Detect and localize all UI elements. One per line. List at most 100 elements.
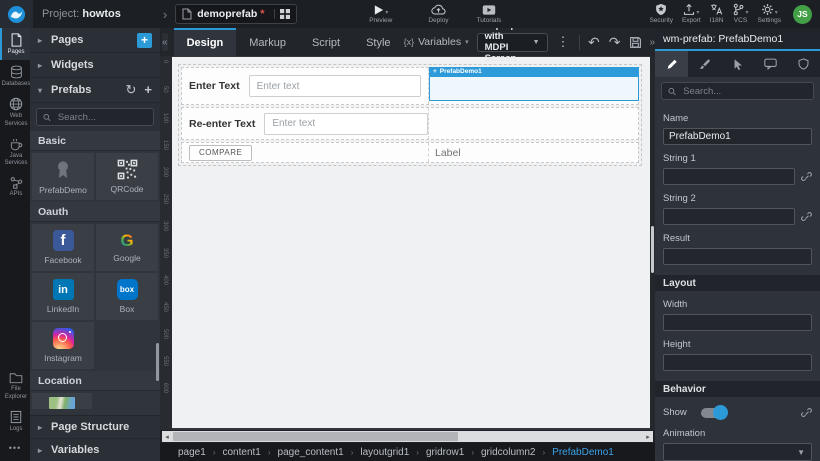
page-canvas[interactable]: Enter Text + PrefabDemo1 [172, 57, 650, 428]
security-button[interactable]: Security [649, 3, 672, 25]
grid-cell[interactable]: COMPARE [182, 143, 429, 162]
grid-cell[interactable]: Re-enter Text [182, 108, 429, 139]
prefab-tile-map[interactable] [32, 393, 92, 409]
layout-grid[interactable]: Enter Text + PrefabDemo1 [178, 64, 642, 166]
rail-item-java-services[interactable]: Java Services [0, 132, 30, 171]
tutorials-button[interactable]: Tutorials [477, 3, 502, 25]
more-options-button[interactable]: ⋮ [557, 34, 570, 50]
scrollbar-thumb[interactable] [173, 432, 458, 441]
show-label: Show [663, 407, 687, 418]
bind-property-icon[interactable] [801, 171, 812, 182]
refresh-prefabs-button[interactable]: ↻ [126, 82, 137, 98]
grid-row-3[interactable]: COMPARE Label [181, 142, 639, 163]
settings-button[interactable]: ▾ Settings [758, 3, 782, 25]
rail-item-web-services[interactable]: Web Services [0, 92, 30, 131]
scroll-left-arrow[interactable]: ◂ [162, 431, 172, 442]
rail-item-databases[interactable]: Databases [0, 60, 30, 92]
enter-text-input[interactable] [249, 75, 421, 97]
selected-prefab-widget[interactable]: + PrefabDemo1 [429, 67, 639, 101]
grid-row-1[interactable]: Enter Text + PrefabDemo1 [181, 67, 639, 105]
grid-row-2[interactable]: Re-enter Text [181, 107, 639, 140]
label-widget[interactable]: Label [429, 147, 461, 159]
deploy-button[interactable]: Deploy [428, 3, 448, 25]
collapse-right-panel-button[interactable]: » [649, 37, 655, 48]
canvas-horizontal-scrollbar[interactable]: ◂ ▸ [160, 430, 655, 443]
breadcrumb-item[interactable]: content1 [222, 447, 260, 458]
section-variables[interactable]: ▸ Variables [30, 438, 160, 461]
user-avatar[interactable]: JS [793, 5, 812, 24]
section-page-structure[interactable]: ▸ Page Structure [30, 415, 160, 438]
prefab-tile-google[interactable]: G Google [96, 224, 158, 271]
collapse-left-panel-button[interactable]: « [162, 33, 168, 51]
tab-markup[interactable]: Markup [236, 28, 299, 56]
tab-style[interactable]: Style [353, 28, 403, 56]
string1-input[interactable] [663, 168, 795, 185]
tab-dialogs[interactable] [754, 51, 787, 77]
grid-cell[interactable] [429, 108, 638, 139]
property-search-input[interactable] [681, 85, 807, 98]
tab-security[interactable] [787, 51, 820, 77]
rail-more-button[interactable]: ••• [0, 437, 30, 461]
tab-events[interactable] [721, 51, 754, 77]
section-prefabs[interactable]: ▾ Prefabs ↻ + [30, 78, 160, 103]
rail-item-logs[interactable]: Logs [0, 405, 30, 437]
compare-button[interactable]: COMPARE [189, 145, 252, 161]
show-toggle[interactable] [701, 408, 726, 418]
linkedin-icon: in [53, 279, 74, 300]
width-input[interactable] [663, 314, 812, 331]
scrollbar-thumb[interactable] [651, 226, 654, 273]
tab-styles[interactable] [688, 51, 721, 77]
rail-item-pages[interactable]: Pages [0, 28, 30, 60]
prefab-tile-prefabdemo[interactable]: PrefabDemo [32, 153, 94, 200]
breadcrumb-item-active[interactable]: PrefabDemo1 [552, 447, 614, 458]
scroll-right-arrow[interactable]: ▸ [643, 431, 653, 442]
caret-down-icon: ▾ [696, 10, 699, 16]
grid-cell[interactable]: Enter Text [182, 68, 429, 104]
bind-property-icon[interactable] [801, 407, 812, 418]
reenter-text-input[interactable] [264, 113, 428, 135]
name-input[interactable] [663, 128, 812, 145]
add-page-button[interactable]: + [137, 33, 152, 48]
app-logo[interactable] [0, 0, 33, 28]
prefab-tile-linkedin[interactable]: in LinkedIn [32, 273, 94, 320]
rail-item-file-explorer[interactable]: File Explorer [0, 367, 30, 404]
prefab-tile-box[interactable]: box Box [96, 273, 158, 320]
redo-button[interactable]: ↷ [609, 34, 621, 51]
export-button[interactable]: ▾ Export [682, 3, 701, 25]
animation-select[interactable]: ▼ [663, 443, 812, 461]
breadcrumb-item[interactable]: page_content1 [278, 447, 344, 458]
device-selector[interactable]: Laptop with MDPI Screen ▼ [477, 33, 548, 52]
height-input[interactable] [663, 354, 812, 371]
tab-properties[interactable] [655, 51, 688, 77]
prefab-search-input[interactable] [56, 111, 147, 124]
breadcrumb-item[interactable]: page1 [178, 447, 206, 458]
prefab-tile-instagram[interactable]: Instagram [32, 322, 94, 369]
widget-selection-header[interactable]: + PrefabDemo1 [430, 68, 638, 77]
explorer-scrollbar[interactable] [156, 343, 159, 381]
tab-script[interactable]: Script [299, 28, 353, 56]
add-prefab-button[interactable]: + [144, 82, 152, 98]
i18n-button[interactable]: I18N [710, 3, 724, 25]
tab-design[interactable]: Design [174, 28, 237, 56]
vcs-button[interactable]: ▾ VCS [732, 3, 748, 25]
preview-button[interactable]: ▾ Preview [369, 3, 392, 25]
breadcrumb-item[interactable]: layoutgrid1 [360, 447, 409, 458]
variables-button[interactable]: {x} Variables ▾ [404, 36, 469, 48]
undo-button[interactable]: ↶ [588, 34, 600, 51]
string2-input[interactable] [663, 208, 795, 225]
bind-property-icon[interactable] [801, 211, 812, 222]
prefab-tile-qrcode[interactable]: QRCode [96, 153, 158, 200]
breadcrumb-item[interactable]: gridrow1 [426, 447, 464, 458]
breadcrumb-item[interactable]: gridcolumn2 [481, 447, 535, 458]
current-page-selector[interactable]: demoprefab * [175, 4, 297, 24]
grid-cell[interactable]: + PrefabDemo1 [429, 68, 638, 104]
grid-cell[interactable]: Label [429, 143, 638, 162]
result-input[interactable] [663, 248, 812, 265]
section-widgets[interactable]: ▸ Widgets [30, 53, 160, 78]
section-pages[interactable]: ▸ Pages + [30, 28, 160, 53]
rail-item-apis[interactable]: APIs [0, 171, 30, 202]
page-grid-icon[interactable] [274, 9, 290, 19]
prefab-tile-facebook[interactable]: f Facebook [32, 224, 94, 271]
save-button[interactable] [629, 36, 642, 49]
play-icon [373, 4, 384, 16]
